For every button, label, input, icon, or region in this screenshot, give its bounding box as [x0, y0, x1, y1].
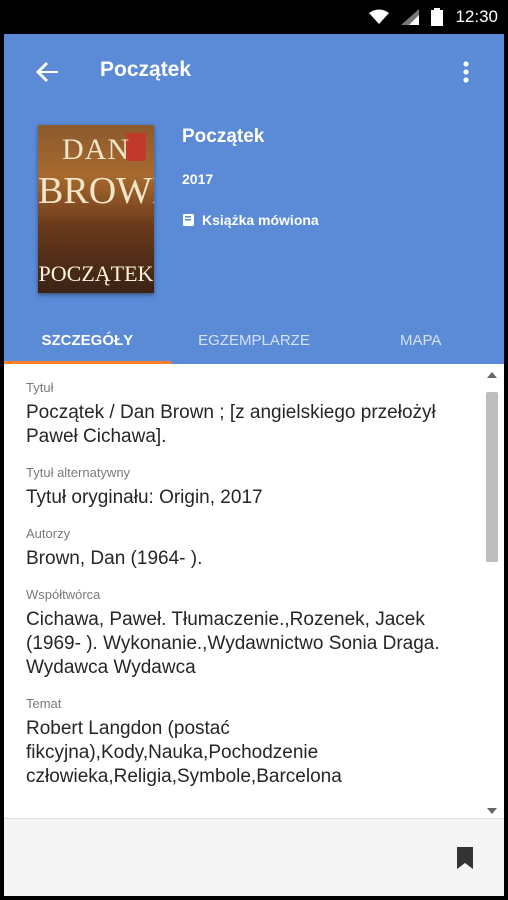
field-label: Tytuł alternatywny	[26, 465, 131, 480]
field-label: Współtwórca	[26, 587, 101, 602]
field-label: Tytuł	[26, 380, 54, 395]
audiobook-icon	[183, 214, 194, 226]
field-label: Autorzy	[26, 526, 71, 541]
book-cover: DAN BROWN POCZĄTEK	[38, 125, 154, 293]
field-value: Początek / Dan Brown ; [z angielskiego p…	[26, 402, 436, 447]
tab-bar: SZCZEGÓŁY EGZEMPLARZE MAPA	[4, 316, 504, 364]
bookmark-icon[interactable]	[456, 847, 474, 869]
cover-author-first: DAN	[62, 133, 130, 166]
cover-author-last: BROWN	[38, 170, 154, 212]
tab-map[interactable]: MAPA	[337, 316, 504, 364]
book-type-label: Książka mówiona	[202, 212, 319, 228]
more-vert-icon[interactable]	[456, 56, 476, 88]
field-contributors: Współtwórca Cichawa, Paweł. Tłumaczenie.…	[26, 587, 466, 680]
status-icons: 12:30	[369, 0, 498, 34]
scrollbar[interactable]	[484, 372, 500, 814]
wifi-icon	[369, 9, 390, 24]
scroll-up-arrow-icon[interactable]	[487, 372, 497, 378]
field-alt-title: Tytuł alternatywny Tytuł oryginału: Orig…	[26, 465, 466, 510]
tab-copies[interactable]: EGZEMPLARZE	[171, 316, 338, 364]
scroll-down-arrow-icon[interactable]	[487, 808, 497, 814]
status-time: 12:30	[455, 7, 498, 26]
battery-icon	[431, 8, 444, 26]
app-bar: Początek DAN BROWN POCZĄTEK Początek 201…	[4, 34, 504, 364]
book-title: Początek	[182, 126, 265, 147]
field-title: Tytuł Początek / Dan Brown ; [z angielsk…	[26, 380, 466, 449]
back-arrow-icon[interactable]	[32, 56, 64, 88]
field-subject: Temat Robert Langdon (postać fikcyjna),K…	[26, 696, 466, 789]
signal-icon	[401, 9, 420, 25]
page-title: Początek	[100, 58, 192, 81]
book-type: Książka mówiona	[182, 212, 319, 228]
scroll-thumb[interactable]	[486, 392, 498, 562]
tab-details[interactable]: SZCZEGÓŁY	[4, 316, 171, 364]
cover-title: POCZĄTEK	[38, 261, 154, 286]
field-value: Cichawa, Paweł. Tłumaczenie.,Rozenek, Ja…	[26, 609, 440, 678]
screen: Początek DAN BROWN POCZĄTEK Początek 201…	[4, 34, 504, 896]
field-label: Temat	[26, 696, 62, 711]
book-year: 2017	[182, 171, 214, 187]
field-value: Brown, Dan (1964- ).	[26, 548, 203, 569]
field-authors: Autorzy Brown, Dan (1964- ).	[26, 526, 466, 571]
field-value: Robert Langdon (postać fikcyjna),Kody,Na…	[26, 718, 342, 787]
details-list[interactable]: Tytuł Początek / Dan Brown ; [z angielsk…	[4, 364, 504, 818]
field-value: Tytuł oryginału: Origin, 2017	[26, 487, 263, 508]
status-bar: 12:30	[0, 0, 508, 34]
bottom-bar	[4, 818, 504, 896]
